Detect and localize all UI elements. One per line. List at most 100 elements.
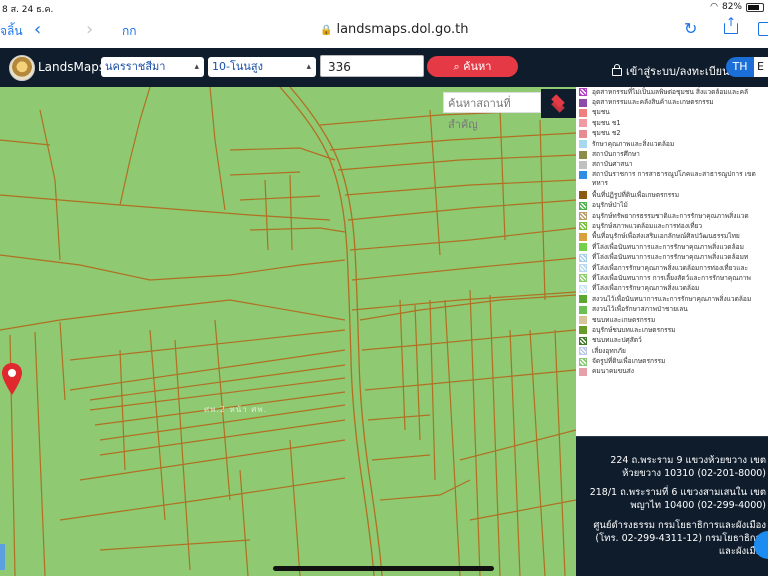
- legend-label: สงวนไว้เพื่อรักษาสภาพป่าชายเลน: [592, 305, 688, 314]
- legend-label: สถาบันราชการ การสาธารณูปโภคและสาธารณูปกา…: [592, 170, 756, 188]
- legend-label: ที่โล่งเพื่อนันทนาการ การเลี้ยงสัตว์และก…: [592, 273, 751, 282]
- share-icon[interactable]: [724, 15, 738, 34]
- search-button[interactable]: ⌕ ค้นหา: [427, 56, 518, 77]
- legend-item: อุตสาหกรรมที่ไม่เป็นมลพิษต่อชุมชน สิ่งแว…: [576, 87, 768, 97]
- legend-swatch: [579, 212, 587, 221]
- status-bar: 8 ส. 24 ธ.ค. ◠ 82%: [0, 0, 768, 15]
- legend-item: พื้นที่อนุรักษ์เพื่อส่งเสริมเอกลักษณ์ศิล…: [576, 232, 768, 242]
- sidebar-toggle-text[interactable]: จลิ้น: [0, 22, 23, 41]
- legend-label: อนุรักษ์สภาพแวดล้อมและการท่องเที่ยว: [592, 221, 703, 230]
- legend-item: อนุรักษ์ทรัพยากรธรรมชาติและการรักษาคุณภา…: [576, 211, 768, 221]
- legend-item: ชุมชน: [576, 108, 768, 118]
- legend-item: รักษาคุณภาพและสิ่งแวดล้อม: [576, 139, 768, 149]
- office-address-2: 218/1 ถ.พระรามที่ 6 แขวงสามเสนใน เขตพญาไ…: [589, 487, 766, 511]
- updown-caret-icon: ▴: [194, 62, 199, 72]
- legend-item: สงวนไว้เพื่อรักษาสภาพป่าชายเลน: [576, 304, 768, 314]
- legend-label: พื้นที่ปฏิรูปที่ดินเพื่อเกษตรกรรม: [592, 190, 680, 199]
- district-value: 10-โนนสูง: [212, 60, 263, 73]
- tabs-icon[interactable]: [758, 22, 768, 36]
- updown-caret-icon: ▴: [306, 62, 311, 72]
- legend-item: อนุรักษ์ป่าไม้: [576, 201, 768, 211]
- search-button-label: ค้นหา: [463, 60, 492, 73]
- legend-label: อุตสาหกรรมและคลังสินค้าและเกษตรกรรม: [592, 98, 714, 107]
- legend-swatch: [579, 98, 587, 107]
- legend-item: ที่โล่งเพื่อนันทนาการและการรักษาคุณภาพสิ…: [576, 252, 768, 262]
- legend-swatch: [579, 232, 587, 241]
- legend-swatch: [579, 108, 587, 117]
- login-label: เข้าสู่ระบบ/ลงทะเบียน: [626, 65, 730, 78]
- legend-swatch: [579, 316, 587, 324]
- legend-item: ที่โล่งเพื่อนันทนาการและการรักษาคุณภาพสิ…: [576, 242, 768, 252]
- legend-swatch: [579, 367, 587, 376]
- legend-item: จัดรูปที่ดินเพื่อเกษตรกรรม: [576, 356, 768, 366]
- legend-item: ชุมชน ช1: [576, 118, 768, 128]
- wifi-icon: ◠: [710, 2, 718, 12]
- legend-swatch: [579, 222, 587, 231]
- legend-swatch: [579, 253, 587, 262]
- legend-swatch: [579, 140, 587, 149]
- legend-label: ที่โล่งเพื่อการรักษาคุณภาพสิ่งแวดล้อม: [592, 284, 700, 293]
- legend-item: ที่โล่งเพื่อการรักษาคุณภาพสิ่งแวดล้อม: [576, 284, 768, 294]
- lock-icon: [612, 64, 622, 76]
- parcel-number-input[interactable]: 336: [320, 55, 424, 77]
- legend-label: อนุรักษ์ชนบทและเกษตรกรรม: [592, 325, 676, 334]
- place-search-input[interactable]: ค้นหาสถานที่สำคัญ: [443, 92, 541, 131]
- legend-label: จัดรูปที่ดินเพื่อเกษตรกรรม: [592, 357, 666, 366]
- legend-label: พื้นที่อนุรักษ์เพื่อส่งเสริมเอกลักษณ์ศิล…: [592, 232, 740, 241]
- legend-swatch: [579, 347, 587, 356]
- legend-swatch: [579, 336, 587, 345]
- legend-swatch: [579, 129, 587, 138]
- battery-percent: 82%: [721, 2, 742, 12]
- dol-logo: [9, 55, 35, 81]
- parcel-boundaries: [0, 87, 576, 576]
- battery-icon: [746, 2, 764, 12]
- legend-swatch: [579, 150, 587, 159]
- legend-label: สงวนไว้เพื่อนันทนาการและการรักษาคุณภาพสิ…: [592, 294, 752, 303]
- legend-label: สถาบันศาสนา: [592, 160, 633, 169]
- contact-info-panel: 224 ถ.พระราม 9 แขวงห้วยขวาง เขตห้วยขวาง …: [576, 436, 768, 576]
- lang-th-button[interactable]: TH: [726, 57, 754, 77]
- app-toolbar: LandsMaps นครราชสีมา ▴ 10-โนนสูง ▴ 336 ⌕…: [0, 48, 768, 87]
- side-panel-handle[interactable]: [0, 544, 5, 570]
- legend-label: ที่โล่งเพื่อนันทนาการและการรักษาคุณภาพสิ…: [592, 253, 749, 262]
- legend-swatch: [579, 326, 587, 335]
- legend-label: ชุมชน ช1: [592, 118, 621, 127]
- province-select[interactable]: นครราชสีมา ▴: [101, 57, 204, 77]
- address-domain: landsmaps.dol.go.th: [336, 22, 469, 37]
- parcel-label: ศพ.2 หน้า ศพ.: [204, 405, 268, 414]
- legend-item: สงวนไว้เพื่อนันทนาการและการรักษาคุณภาพสิ…: [576, 294, 768, 304]
- legend-swatch: [579, 264, 587, 273]
- divider: [576, 436, 768, 437]
- legend-item: ที่โล่งเพื่อการรักษาคุณภาพสิ่งแวดล้อมการ…: [576, 263, 768, 273]
- legend-item: คมนาคมขนส่ง: [576, 367, 768, 377]
- province-value: นครราชสีมา: [105, 60, 166, 73]
- legend-swatch: [579, 201, 587, 210]
- legend-item: สถาบันศาสนา: [576, 160, 768, 170]
- legend-item: ชนบทและเกษตรกรรม: [576, 315, 768, 325]
- map-canvas[interactable]: ศพ.2 หน้า ศพ.: [0, 87, 576, 576]
- legend-item: ชุมชน ช2: [576, 129, 768, 139]
- brand-name: LandsMaps: [38, 60, 106, 74]
- legend-swatch: [579, 88, 587, 97]
- status-right: ◠ 82%: [710, 2, 764, 12]
- login-link[interactable]: เข้าสู่ระบบ/ลงทะเบียน: [612, 62, 730, 80]
- layers-button[interactable]: [541, 89, 576, 118]
- office-address-3: ศูนย์ดำรงธรรม กรมโยธาธิการและผังเมือง (โ…: [593, 520, 766, 557]
- reload-icon[interactable]: ↻: [684, 19, 697, 38]
- legend-item: อนุรักษ์ชนบทและเกษตรกรรม: [576, 325, 768, 335]
- legend-swatch: [579, 295, 587, 304]
- forward-arrow-icon[interactable]: ›: [86, 19, 93, 40]
- district-select[interactable]: 10-โนนสูง ▴: [208, 57, 316, 77]
- legend-item: อุตสาหกรรมและคลังสินค้าและเกษตรกรรม: [576, 97, 768, 107]
- legend-label: ชุมชน ช2: [592, 129, 621, 138]
- location-pin-icon[interactable]: [0, 362, 24, 396]
- lang-en-button[interactable]: E: [754, 57, 768, 77]
- address-bar[interactable]: 🔒 landsmaps.dol.go.th: [320, 22, 468, 37]
- legend-label: อนุรักษ์ทรัพยากรธรรมชาติและการรักษาคุณภา…: [592, 211, 749, 220]
- legend-label: ที่โล่งเพื่อการรักษาคุณภาพสิ่งแวดล้อมการ…: [592, 263, 749, 272]
- legend-label: คมนาคมขนส่ง: [592, 367, 634, 376]
- reader-settings-button[interactable]: กก: [122, 22, 137, 41]
- legend-label: อุตสาหกรรมที่ไม่เป็นมลพิษต่อชุมชน สิ่งแว…: [592, 87, 749, 96]
- legend-label: ชนบทและปศุสัตว์: [592, 336, 642, 345]
- back-arrow-icon[interactable]: ‹: [34, 19, 41, 40]
